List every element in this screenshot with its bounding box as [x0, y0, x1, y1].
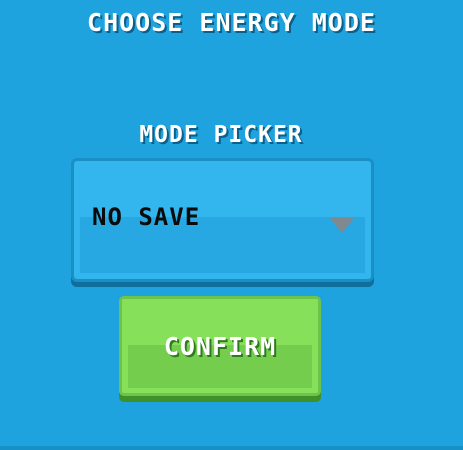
energy-mode-dialog: CHOOSE ENERGY MODE MODE PICKER NO SAVE C…	[0, 0, 463, 450]
dropdown-selected-value: NO SAVE	[92, 203, 201, 231]
confirm-button-label: CONFIRM	[163, 332, 277, 361]
mode-picker-label: MODE PICKER	[139, 122, 303, 148]
dialog-title: CHOOSE ENERGY MODE	[87, 8, 376, 37]
mode-dropdown[interactable]: NO SAVE	[71, 158, 374, 282]
confirm-button[interactable]: CONFIRM	[119, 296, 321, 396]
chevron-down-icon	[329, 217, 355, 233]
